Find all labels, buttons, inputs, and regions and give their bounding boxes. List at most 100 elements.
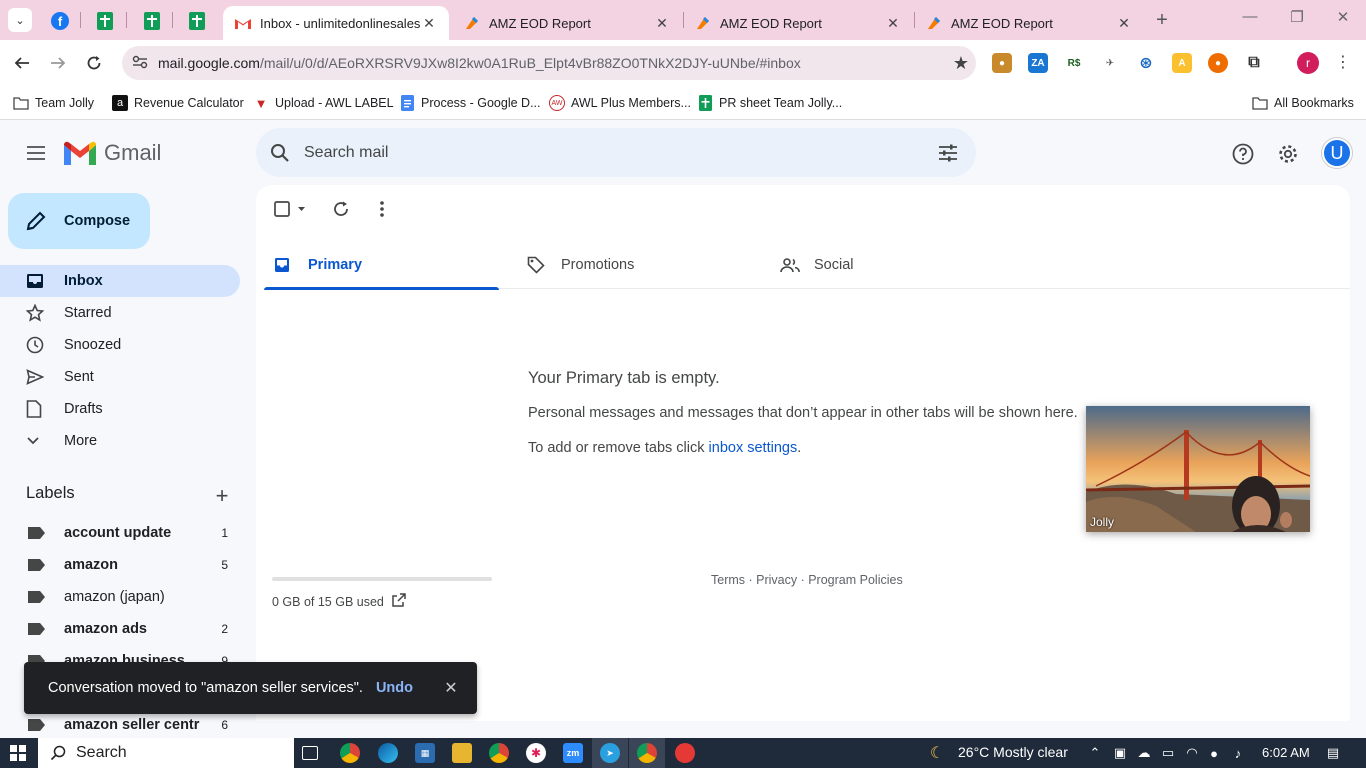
inbox-settings-link[interactable]: inbox settings xyxy=(709,440,798,456)
browser-toolbar: mail.google.com/mail/u/0/d/AEoRXRSRV9JXw… xyxy=(0,40,1366,86)
label-item[interactable]: account update 1 xyxy=(0,517,240,549)
tab-gmail-inbox[interactable]: Inbox - unlimitedonlinesalesllc ✕ xyxy=(223,6,449,40)
extension-icon-6[interactable]: A xyxy=(1172,53,1192,73)
close-tab-icon[interactable]: ✕ xyxy=(1116,15,1132,32)
bookmark-revenue-calculator[interactable]: a Revenue Calculator xyxy=(112,92,244,114)
restore-window-button[interactable]: ❐ xyxy=(1287,8,1307,26)
create-label-button[interactable]: + xyxy=(210,483,234,509)
open-in-new-icon[interactable] xyxy=(392,593,406,610)
close-window-button[interactable]: ✕ xyxy=(1333,8,1353,26)
nav-inbox[interactable]: Inbox xyxy=(0,265,240,297)
extension-icon-7[interactable]: ● xyxy=(1208,53,1228,73)
tab-search-button[interactable]: ⌄ xyxy=(8,8,32,32)
extension-icon-3[interactable]: R$ xyxy=(1064,53,1084,73)
label-item[interactable]: amazon 5 xyxy=(0,549,240,581)
reload-button[interactable] xyxy=(82,51,106,75)
bookmark-upload-awl-label[interactable]: ▼ Upload - AWL LABEL xyxy=(253,92,394,114)
refresh-button[interactable] xyxy=(332,199,350,219)
nav-starred[interactable]: Starred xyxy=(0,297,240,329)
more-actions-button[interactable] xyxy=(378,199,386,219)
bookmark-awl-plus-members[interactable]: AW AWL Plus Members... xyxy=(549,92,691,114)
notifications-icon[interactable]: ▤ xyxy=(1325,745,1341,761)
empty-state-title: Your Primary tab is empty. xyxy=(528,369,720,387)
windows-start-button[interactable] xyxy=(10,745,26,761)
zoom-icon[interactable]: zm xyxy=(563,743,583,763)
bookmark-pr-sheet[interactable]: PR sheet Team Jolly... xyxy=(697,92,842,114)
new-tab-button[interactable]: + xyxy=(1151,9,1173,32)
close-icon[interactable]: ✕ xyxy=(443,678,459,698)
label-item[interactable]: amazon (japan) xyxy=(0,581,240,613)
extension-icon-1[interactable]: ● xyxy=(992,53,1012,73)
search-icon[interactable] xyxy=(256,143,304,163)
task-view-icon[interactable] xyxy=(302,746,318,760)
telegram-icon[interactable]: ➤ xyxy=(600,743,620,763)
all-bookmarks-button[interactable]: All Bookmarks xyxy=(1252,92,1354,114)
tab-amz-eod-report-3[interactable]: AMZ EOD Report ✕ xyxy=(914,6,1144,40)
select-all-checkbox[interactable] xyxy=(274,199,308,219)
extension-icon-2[interactable]: ZA xyxy=(1028,53,1048,73)
extensions-puzzle-icon[interactable]: ⧉ xyxy=(1244,53,1264,73)
chevron-up-icon[interactable]: ⌃ xyxy=(1087,745,1103,761)
undo-button[interactable]: Undo xyxy=(376,680,413,696)
store-icon[interactable]: ▦ xyxy=(415,743,435,763)
bookmark-team-jolly[interactable]: Team Jolly xyxy=(13,92,94,114)
minimize-window-button[interactable]: — xyxy=(1240,8,1260,25)
chrome-profile-icon[interactable] xyxy=(489,743,509,763)
video-call-thumbnail[interactable]: Jolly xyxy=(1086,406,1310,532)
chrome-icon[interactable] xyxy=(340,743,360,763)
taskbar-search-box[interactable]: Search xyxy=(38,738,294,768)
forward-button[interactable] xyxy=(46,51,70,75)
tab-primary[interactable]: Primary xyxy=(264,241,499,290)
address-bar[interactable]: mail.google.com/mail/u/0/d/AEoRXRSRV9JXw… xyxy=(122,46,976,80)
speaker-icon[interactable]: ♪ xyxy=(1230,745,1246,761)
search-options-icon[interactable] xyxy=(920,144,976,162)
tab-social[interactable]: Social xyxy=(770,241,1005,289)
nav-drafts[interactable]: Drafts xyxy=(0,393,240,425)
onedrive-cloud-icon[interactable]: ☁ xyxy=(1136,745,1152,761)
tab-amz-eod-report-2[interactable]: AMZ EOD Report ✕ xyxy=(683,6,913,40)
edge-icon[interactable] xyxy=(378,743,398,763)
label-unread-count: 1 xyxy=(221,526,228,540)
gmail-logo[interactable]: Gmail xyxy=(64,140,161,166)
nav-snoozed[interactable]: Snoozed xyxy=(0,329,240,361)
file-explorer-icon[interactable] xyxy=(452,743,472,763)
tab-amz-eod-report-1[interactable]: AMZ EOD Report ✕ xyxy=(452,6,682,40)
settings-gear-icon[interactable] xyxy=(1275,141,1301,167)
nav-more[interactable]: More xyxy=(0,425,240,457)
pinned-tab-sheets-2[interactable] xyxy=(139,8,165,34)
site-settings-icon[interactable] xyxy=(130,55,150,72)
label-item[interactable]: amazon ads 2 xyxy=(0,613,240,645)
pinned-tab-sheets-1[interactable] xyxy=(92,8,118,34)
back-button[interactable] xyxy=(10,51,34,75)
wifi-icon[interactable]: ◠ xyxy=(1184,745,1200,761)
close-tab-icon[interactable]: ✕ xyxy=(421,15,437,32)
compose-button[interactable]: Compose xyxy=(8,193,150,249)
weather-text[interactable]: 26°C Mostly clear xyxy=(958,744,1068,760)
bookmark-star-icon[interactable]: ★ xyxy=(946,53,976,74)
chrome-active-icon[interactable] xyxy=(637,743,657,763)
browser-menu-icon[interactable]: ⋮ xyxy=(1334,52,1352,72)
weather-moon-icon[interactable]: ☾ xyxy=(929,745,945,762)
microphone-icon[interactable]: ● xyxy=(1206,745,1222,761)
close-tab-icon[interactable]: ✕ xyxy=(885,15,901,32)
search-input[interactable] xyxy=(304,143,920,162)
profile-avatar[interactable]: r xyxy=(1297,52,1319,74)
pinned-tab-sheets-3[interactable] xyxy=(184,8,210,34)
battery-icon[interactable]: ▭ xyxy=(1160,745,1176,761)
anydesk-icon[interactable] xyxy=(675,743,695,763)
account-avatar[interactable]: U xyxy=(1322,138,1352,168)
clock-time[interactable]: 6:02 AM xyxy=(1262,745,1310,760)
extension-icon-4[interactable]: ✈ xyxy=(1100,53,1120,73)
bookmark-process-google-doc[interactable]: Process - Google D... xyxy=(399,92,541,114)
slack-icon[interactable]: ✱ xyxy=(526,743,546,763)
help-icon[interactable] xyxy=(1230,141,1256,167)
awl-logo-icon: ▼ xyxy=(254,95,268,111)
extension-icon-5[interactable]: ⊛ xyxy=(1136,53,1156,73)
footer-links[interactable]: Terms · Privacy · Program Policies xyxy=(711,573,903,587)
nav-sent[interactable]: Sent xyxy=(0,361,240,393)
main-menu-button[interactable] xyxy=(24,141,48,165)
tab-promotions[interactable]: Promotions xyxy=(517,241,752,289)
pinned-tab-facebook[interactable]: f xyxy=(47,8,73,34)
close-tab-icon[interactable]: ✕ xyxy=(654,15,670,32)
meet-now-icon[interactable]: ▣ xyxy=(1112,745,1128,761)
